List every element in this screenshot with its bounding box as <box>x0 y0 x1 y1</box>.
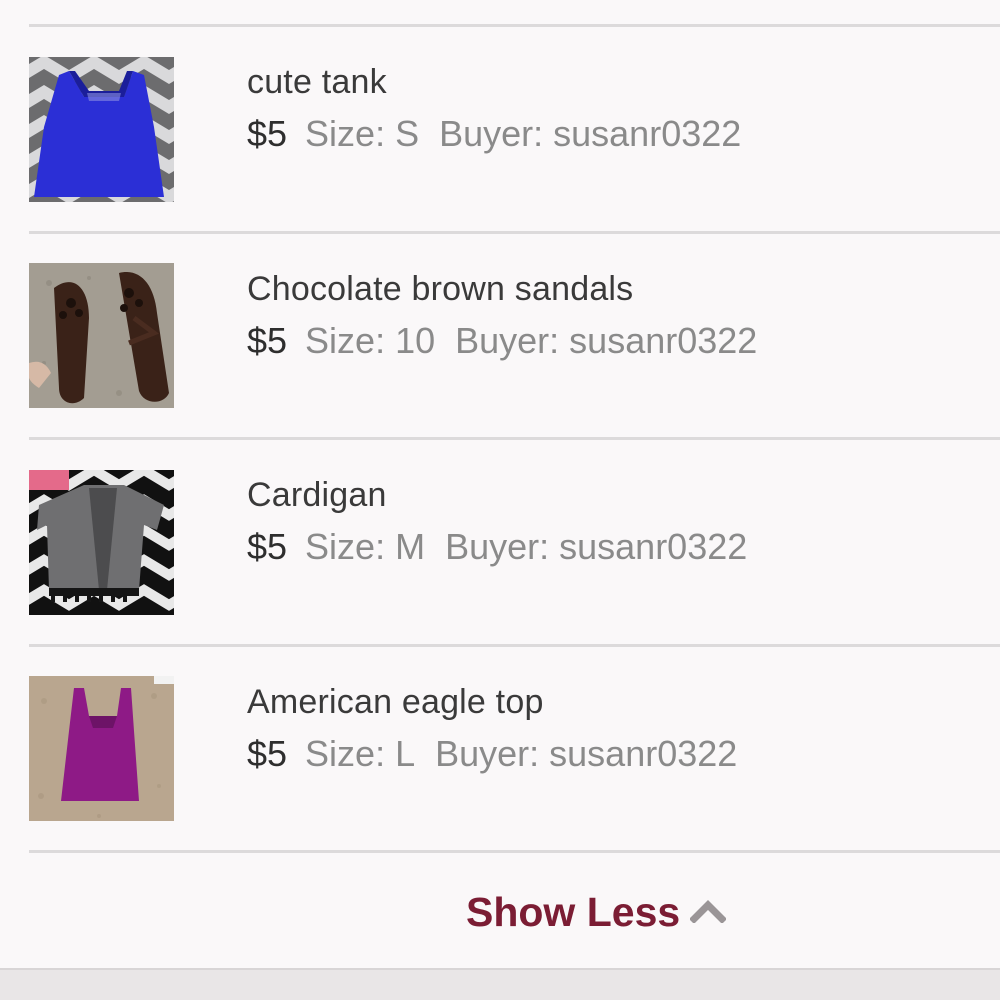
show-less-button[interactable]: Show Less <box>466 882 728 942</box>
list-item[interactable]: Cardigan $5 Size: M Buyer: susanr0322 <box>0 440 1000 646</box>
gray-cardigan-photo <box>29 470 174 615</box>
item-thumbnail[interactable] <box>29 57 174 202</box>
item-buyer: Buyer: susanr0322 <box>435 733 738 774</box>
list-item[interactable]: cute tank $5 Size: S Buyer: susanr0322 <box>0 27 1000 233</box>
item-thumbnail[interactable] <box>29 676 174 821</box>
item-size: Size: L <box>305 733 416 774</box>
item-size: Size: 10 <box>305 320 436 361</box>
blue-tank-top-photo <box>29 57 174 202</box>
item-thumbnail[interactable] <box>29 263 174 408</box>
brown-sandals-photo <box>29 263 174 408</box>
item-meta: $5 Size: 10 Buyer: susanr0322 <box>247 320 757 362</box>
sold-items-list: cute tank $5 Size: S Buyer: susanr0322 C… <box>0 0 1000 1000</box>
item-title: American eagle top <box>247 683 544 721</box>
divider <box>29 850 1000 853</box>
list-item[interactable]: Chocolate brown sandals $5 Size: 10 Buyer:… <box>0 234 1000 440</box>
item-size: Size: S <box>305 113 420 154</box>
item-thumbnail[interactable] <box>29 470 174 615</box>
item-buyer: Buyer: susanr0322 <box>455 320 758 361</box>
item-buyer: Buyer: susanr0322 <box>439 113 742 154</box>
item-buyer: Buyer: susanr0322 <box>445 526 748 567</box>
item-title: Cardigan <box>247 476 387 514</box>
list-item[interactable]: American eagle top $5 Size: L Buyer: susan… <box>0 647 1000 853</box>
item-title: cute tank <box>247 63 387 101</box>
purple-tank-photo <box>29 676 174 821</box>
footer-band <box>0 968 1000 1000</box>
item-price: $5 <box>247 526 288 567</box>
item-price: $5 <box>247 733 288 774</box>
show-less-label: Show Less <box>466 888 681 935</box>
item-size: Size: M <box>305 526 426 567</box>
item-meta: $5 Size: S Buyer: susanr0322 <box>247 113 741 155</box>
item-meta: $5 Size: M Buyer: susanr0322 <box>247 526 747 568</box>
item-meta: $5 Size: L Buyer: susanr0322 <box>247 733 737 775</box>
item-title: Chocolate brown sandals <box>247 270 634 308</box>
item-price: $5 <box>247 320 288 361</box>
chevron-up-icon <box>689 897 728 928</box>
item-price: $5 <box>247 113 288 154</box>
